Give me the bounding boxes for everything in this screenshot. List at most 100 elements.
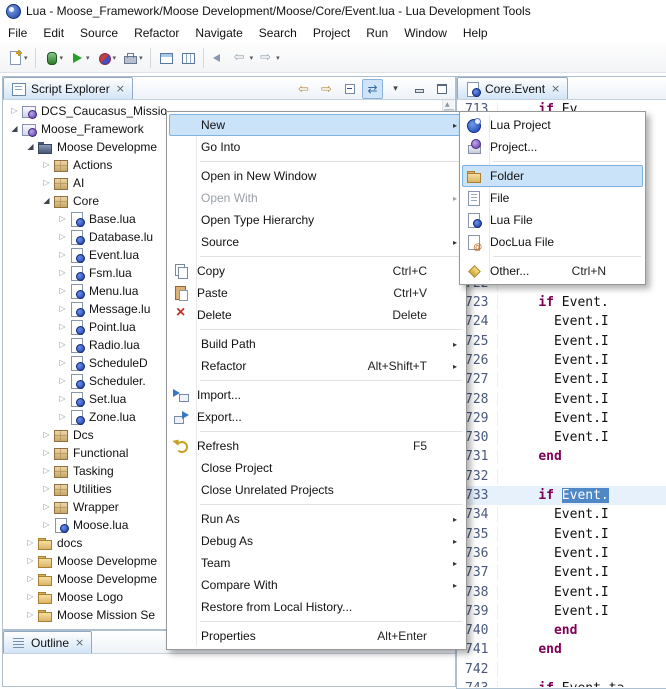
context-menu: New▸Go Into Open in New WindowOpen With▸O…: [166, 111, 467, 650]
expand-arrow-icon[interactable]: ▷: [24, 575, 37, 583]
menu-item-restore-from-local-history[interactable]: Restore from Local History...: [169, 596, 464, 618]
run-button[interactable]: ▾: [66, 46, 93, 70]
submenu-item-project[interactable]: Project...: [462, 136, 643, 158]
expand-arrow-icon[interactable]: ▷: [8, 107, 21, 115]
external-tools-button[interactable]: ▾: [119, 46, 146, 70]
menu-item-properties[interactable]: PropertiesAlt+Enter: [169, 625, 464, 647]
tree-item-label: Functional: [73, 446, 128, 460]
close-icon[interactable]: ×: [116, 82, 125, 95]
new-wizard-button[interactable]: ▾: [4, 46, 31, 70]
expand-arrow-icon[interactable]: ▷: [56, 251, 69, 259]
menu-help[interactable]: Help: [455, 23, 496, 43]
menu-run[interactable]: Run: [358, 23, 396, 43]
expand-arrow-icon[interactable]: ▷: [40, 521, 53, 529]
menu-item-export[interactable]: Export...: [169, 406, 464, 428]
expand-arrow-icon[interactable]: ▷: [56, 215, 69, 223]
menu-refactor[interactable]: Refactor: [126, 23, 187, 43]
menu-search[interactable]: Search: [251, 23, 305, 43]
tab-script-explorer[interactable]: Script Explorer ×: [3, 77, 133, 99]
table-view-button[interactable]: [177, 46, 199, 70]
expand-arrow-icon[interactable]: ▷: [40, 179, 53, 187]
menu-item-source[interactable]: Source▸: [169, 231, 464, 253]
menu-item-new[interactable]: New▸: [169, 114, 464, 136]
tab-core-event[interactable]: Core.Event ×: [457, 77, 568, 99]
view-menu-button[interactable]: ▾: [385, 79, 406, 99]
expand-arrow-icon[interactable]: ▷: [56, 377, 69, 385]
menu-item-copy[interactable]: CopyCtrl+C: [169, 260, 464, 282]
minimize-button[interactable]: [408, 79, 429, 99]
menu-item-close-project[interactable]: Close Project: [169, 457, 464, 479]
menu-shortcut: Ctrl+N: [572, 264, 622, 278]
menu-item-team[interactable]: Team▸: [169, 552, 464, 574]
line-number: 742: [458, 662, 498, 677]
expand-arrow-icon[interactable]: ▷: [56, 269, 69, 277]
code-line-743: 743 if Event.ta: [458, 679, 666, 687]
link-editor-button[interactable]: ⇄: [362, 79, 383, 99]
menu-source[interactable]: Source: [72, 23, 126, 43]
expand-arrow-icon[interactable]: ▷: [56, 305, 69, 313]
submenu-item-folder[interactable]: Folder: [462, 165, 643, 187]
scroll-up-icon[interactable]: ▲: [445, 101, 450, 108]
expand-arrow-icon[interactable]: ▷: [24, 539, 37, 547]
expand-arrow-icon[interactable]: ▷: [40, 467, 53, 475]
collapse-arrow-icon[interactable]: ◢: [24, 143, 37, 151]
profile-button[interactable]: ▾: [93, 46, 120, 70]
debug-button[interactable]: ▾: [40, 46, 67, 70]
menu-item-paste[interactable]: PasteCtrl+V: [169, 282, 464, 304]
close-icon[interactable]: ×: [75, 636, 84, 649]
collapse-arrow-icon[interactable]: ◢: [8, 125, 21, 133]
menu-item-refactor[interactable]: RefactorAlt+Shift+T▸: [169, 355, 464, 377]
menu-item-debug-as[interactable]: Debug As▸: [169, 530, 464, 552]
expand-arrow-icon[interactable]: ▷: [56, 359, 69, 367]
tab-outline[interactable]: Outline ×: [3, 631, 92, 653]
menu-edit[interactable]: Edit: [35, 23, 72, 43]
submenu-item-file[interactable]: File: [462, 187, 643, 209]
menu-file[interactable]: File: [0, 23, 35, 43]
expand-arrow-icon[interactable]: ▷: [56, 287, 69, 295]
menu-navigate[interactable]: Navigate: [187, 23, 250, 43]
last-edit-button[interactable]: [208, 46, 230, 70]
view-menu-icon: ▾: [393, 85, 398, 94]
collapse-arrow-icon[interactable]: ◢: [40, 197, 53, 205]
collapse-all-button[interactable]: [339, 79, 360, 99]
open-window-button[interactable]: [155, 46, 177, 70]
submenu-item-doclua-file[interactable]: DocLua File: [462, 231, 643, 253]
submenu-arrow-icon: ▸: [453, 515, 457, 524]
tree-item-label: AI: [73, 176, 84, 190]
expand-arrow-icon[interactable]: ▷: [56, 323, 69, 331]
expand-arrow-icon[interactable]: ▷: [40, 485, 53, 493]
menu-item-compare-with[interactable]: Compare With▸: [169, 574, 464, 596]
menu-item-open-type-hierarchy[interactable]: Open Type Hierarchy: [169, 209, 464, 231]
expand-arrow-icon[interactable]: ▷: [24, 611, 37, 619]
back-button[interactable]: ⇦: [293, 79, 314, 99]
expand-arrow-icon[interactable]: ▷: [40, 503, 53, 511]
menu-item-go-into[interactable]: Go Into: [169, 136, 464, 158]
back-button[interactable]: ▾: [230, 46, 257, 70]
expand-arrow-icon[interactable]: ▷: [56, 395, 69, 403]
expand-arrow-icon[interactable]: ▷: [56, 233, 69, 241]
menu-item-build-path[interactable]: Build Path▸: [169, 333, 464, 355]
forward-button[interactable]: ⇨: [316, 79, 337, 99]
expand-arrow-icon[interactable]: ▷: [56, 413, 69, 421]
submenu-item-other[interactable]: Other...Ctrl+N: [462, 260, 643, 282]
menu-item-close-unrelated-projects[interactable]: Close Unrelated Projects: [169, 479, 464, 501]
expand-arrow-icon[interactable]: ▷: [40, 449, 53, 457]
menu-item-open-in-new-window[interactable]: Open in New Window: [169, 165, 464, 187]
forward-button[interactable]: ▾: [256, 46, 283, 70]
menu-item-refresh[interactable]: RefreshF5: [169, 435, 464, 457]
menu-window[interactable]: Window: [396, 23, 455, 43]
menu-project[interactable]: Project: [305, 23, 358, 43]
expand-arrow-icon[interactable]: ▷: [40, 161, 53, 169]
menu-item-run-as[interactable]: Run As▸: [169, 508, 464, 530]
menu-item-open-with[interactable]: Open With▸: [169, 187, 464, 209]
expand-arrow-icon[interactable]: ▷: [24, 593, 37, 601]
expand-arrow-icon[interactable]: ▷: [24, 557, 37, 565]
menu-item-import[interactable]: Import...: [169, 384, 464, 406]
expand-arrow-icon[interactable]: ▷: [40, 431, 53, 439]
submenu-item-lua-file[interactable]: Lua File: [462, 209, 643, 231]
submenu-item-lua-project[interactable]: Lua Project: [462, 114, 643, 136]
maximize-button[interactable]: [431, 79, 452, 99]
close-icon[interactable]: ×: [551, 82, 560, 95]
expand-arrow-icon[interactable]: ▷: [56, 341, 69, 349]
menu-item-delete[interactable]: DeleteDelete: [169, 304, 464, 326]
